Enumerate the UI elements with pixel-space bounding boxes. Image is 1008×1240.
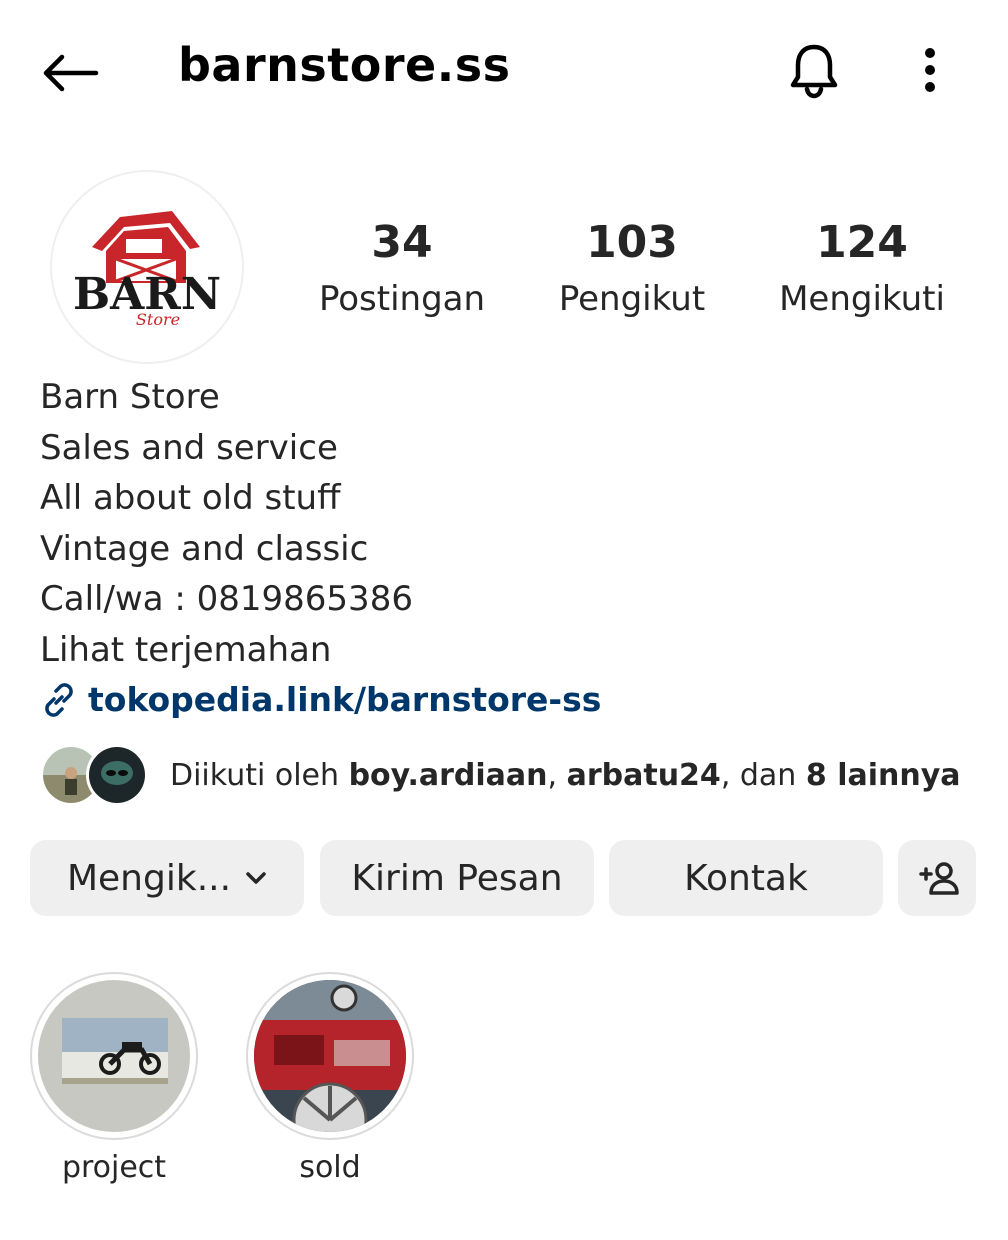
bio-line: All about old stuff xyxy=(40,478,341,518)
profile-bio: Barn Store Sales and service All about o… xyxy=(40,372,601,726)
bio-line: Call/wa : 0819865386 xyxy=(40,579,413,619)
stat-posts[interactable]: 34 Postingan xyxy=(292,215,512,327)
stat-following[interactable]: 124 Mengikuti xyxy=(752,215,972,327)
arrow-left-icon xyxy=(43,54,99,92)
highlight-cover xyxy=(38,980,190,1132)
following-button-label: Mengik... xyxy=(66,857,232,899)
bell-icon xyxy=(790,44,838,99)
bio-name: Barn Store xyxy=(40,377,220,417)
mutual-follower-name: boy.ardiaan xyxy=(348,757,548,793)
bio-website-link[interactable]: tokopedia.link/barnstore-ss xyxy=(40,675,601,726)
send-message-label: Kirim Pesan xyxy=(351,857,563,899)
followed-by-text: Diikuti oleh boy.ardiaan, arbatu24, dan … xyxy=(170,757,961,793)
mutual-follower-avatar xyxy=(86,744,148,806)
bio-line: Sales and service xyxy=(40,427,338,468)
stat-posts-value: 34 xyxy=(371,217,433,268)
others-count: 8 lainnya xyxy=(805,757,961,793)
contact-button[interactable]: Kontak xyxy=(609,840,883,916)
bio-line: Vintage and classic xyxy=(40,528,369,569)
more-vertical-icon xyxy=(925,48,935,92)
highlight-label: sold xyxy=(299,1150,361,1185)
highlight-project[interactable]: project xyxy=(29,972,199,1185)
chevron-down-icon xyxy=(246,872,266,884)
link-icon xyxy=(45,683,73,718)
contact-label: Kontak xyxy=(684,857,808,899)
stat-followers[interactable]: 103 Pengikut xyxy=(522,215,742,327)
stat-following-value: 124 xyxy=(816,217,908,268)
svg-text:Store: Store xyxy=(136,310,180,329)
back-button[interactable] xyxy=(38,48,102,98)
stat-posts-label: Postingan xyxy=(318,279,486,319)
website-url: tokopedia.link/barnstore-ss xyxy=(88,680,602,719)
stat-followers-value: 103 xyxy=(586,217,678,268)
suggested-users-button[interactable] xyxy=(898,840,976,916)
profile-username-title: barnstore.ss xyxy=(178,38,511,92)
notifications-button[interactable] xyxy=(782,38,846,102)
highlight-sold[interactable]: sold xyxy=(245,972,415,1185)
barn-store-logo: BARN Store xyxy=(73,211,221,329)
highlight-ring xyxy=(30,972,198,1140)
highlight-cover xyxy=(254,980,406,1132)
more-options-button[interactable] xyxy=(904,40,956,100)
send-message-button[interactable]: Kirim Pesan xyxy=(320,840,594,916)
followed-by-row[interactable]: Diikuti oleh boy.ardiaan, arbatu24, dan … xyxy=(40,740,961,810)
highlight-label: project xyxy=(61,1150,167,1185)
stat-followers-label: Pengikut xyxy=(558,279,706,319)
stat-following-label: Mengikuti xyxy=(779,279,945,319)
mutual-follower-name: arbatu24 xyxy=(566,757,721,793)
add-person-icon xyxy=(919,862,959,895)
profile-avatar[interactable]: BARN Store xyxy=(50,170,244,364)
following-dropdown-button[interactable]: Mengik... xyxy=(30,840,304,916)
see-translation-link[interactable]: Lihat terjemahan xyxy=(40,625,601,676)
highlight-ring xyxy=(246,972,414,1140)
